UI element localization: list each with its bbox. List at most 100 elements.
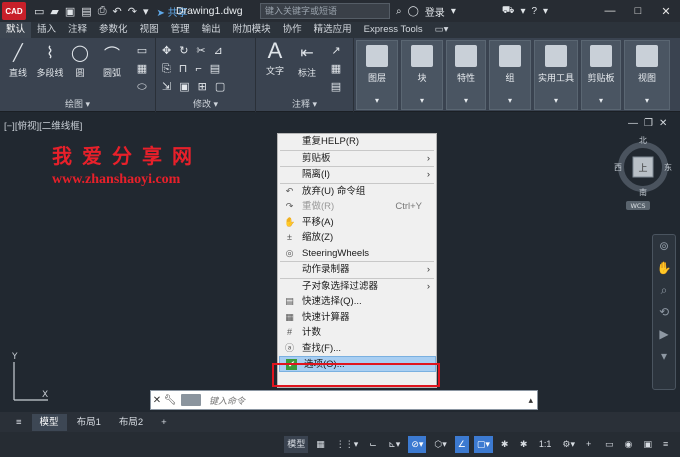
add-layout-icon[interactable]: + <box>153 414 175 431</box>
open-folder-icon[interactable]: ▰ <box>50 5 58 18</box>
text-tool[interactable]: A 文字 <box>260 38 290 77</box>
tab-view[interactable]: 视图 <box>134 22 165 38</box>
draw-group-label[interactable]: 绘图 ▾ <box>0 97 155 110</box>
tab-layout1[interactable]: 布局1 <box>69 414 109 431</box>
plus-icon[interactable]: + <box>583 436 597 453</box>
arc-tool[interactable]: ⌒ 圆弧 <box>98 42 126 79</box>
menu-item[interactable]: ↶ 放弃(U) 命令组 <box>278 184 436 200</box>
tab-layout2[interactable]: 布局2 <box>111 414 151 431</box>
snap-icon[interactable]: ⋮⋮▾ <box>333 436 362 453</box>
maximize-icon[interactable]: □ <box>624 0 652 22</box>
menu-item[interactable]: ▦ 快速计算器 <box>278 310 436 326</box>
annotation-visibility-icon[interactable]: ✱ <box>498 436 512 453</box>
help-icon[interactable]: ? <box>531 6 537 17</box>
tab-output[interactable]: 输出 <box>196 22 227 38</box>
annotation-extra-tools[interactable]: ↗ ▦ ▤ <box>326 42 346 96</box>
block-panel-button[interactable]: 块 ▾ <box>401 40 443 110</box>
tab-parametric[interactable]: 参数化 <box>93 22 134 38</box>
leader-icon[interactable]: ↗ <box>326 42 346 60</box>
move-icon[interactable]: ✥↻✂⊿ <box>162 42 250 60</box>
stretch-icon[interactable]: ⇲▣⊞▢ <box>162 78 250 96</box>
annotation-scale[interactable]: 1:1 <box>536 436 555 453</box>
dropdown-icon[interactable]: ▾ <box>143 5 149 18</box>
menu-item[interactable]: ⓐ 查找(F)... <box>278 341 436 357</box>
search-input[interactable]: 键入关键字或短语 <box>260 3 390 19</box>
isolate-icon[interactable]: ◉ <box>621 436 635 453</box>
minimize-icon[interactable]: — <box>628 118 638 129</box>
redo-icon[interactable]: ↷ <box>128 5 137 18</box>
hatch-icon[interactable]: ▦ <box>132 60 152 78</box>
layout-menu-icon[interactable]: ≡ <box>8 414 30 431</box>
wrench-icon[interactable]: 🔧︎ <box>163 395 177 406</box>
modify-group-label[interactable]: 修改 ▾ <box>156 97 255 110</box>
user-icon[interactable]: ◯ <box>408 6 419 17</box>
grid-icon[interactable]: ▤ <box>326 78 346 96</box>
search-icon[interactable]: ⌕ <box>396 6 402 17</box>
modify-tools[interactable]: ✥↻✂⊿ ⎘⊓⌐▤ ⇲▣⊞▢ <box>162 42 250 96</box>
menu-item[interactable]: ◎ SteeringWheels <box>278 246 436 262</box>
object-snap-icon[interactable]: ▢▾ <box>473 436 493 453</box>
close-icon[interactable]: ✕ <box>659 118 667 129</box>
menu-item[interactable]: 隔离(I) › <box>278 167 436 183</box>
viewcube-compass[interactable]: 上 北 南 东 西 WCS <box>612 133 674 211</box>
nav-more-icon[interactable]: ▾ <box>653 345 675 367</box>
save-as-icon[interactable]: ▤ <box>81 5 91 18</box>
tab-model[interactable]: 模型 <box>31 413 67 431</box>
annotation-group-label[interactable]: 注释 ▾ <box>256 97 353 110</box>
units-icon[interactable]: ▭ <box>602 436 617 453</box>
menu-item[interactable]: 剪贴板 › <box>278 151 436 167</box>
save-icon[interactable]: ▣ <box>65 5 75 18</box>
view-panel-button[interactable]: 视图 ▾ <box>624 40 670 110</box>
workspace-gear-icon[interactable]: ⚙▾ <box>559 436 578 453</box>
tab-insert[interactable]: 插入 <box>31 22 62 38</box>
print-icon[interactable]: ⎙ <box>98 5 107 18</box>
tab-express-tools[interactable]: Express Tools <box>358 22 429 38</box>
zoom-icon[interactable]: ⌕ <box>653 279 675 301</box>
object-snap-tracking-icon[interactable]: ∠ <box>454 436 469 453</box>
menu-item[interactable]: ± 缩放(Z) <box>278 230 436 246</box>
menu-item[interactable]: 子对象选择过滤器 › <box>278 279 436 295</box>
wcs-menu[interactable]: WCS <box>630 202 645 210</box>
close-icon[interactable]: ✕ <box>652 0 680 22</box>
copy-icon[interactable]: ⎘⊓⌐▤ <box>162 60 250 78</box>
autoscale-icon[interactable]: ✱ <box>517 436 531 453</box>
chevron-down-icon[interactable]: ▾ <box>520 6 525 17</box>
chevron-down-icon[interactable]: ▾ <box>543 6 548 17</box>
menu-item[interactable]: ✋ 平移(A) <box>278 215 436 231</box>
close-icon[interactable]: ✕ <box>151 395 163 406</box>
orbit-icon[interactable]: ⟲ <box>653 301 675 323</box>
customize-icon[interactable]: ≡ <box>660 436 674 453</box>
tab-collaborate[interactable]: 协作 <box>277 22 308 38</box>
line-tool[interactable]: ╱ 直线 <box>4 42 32 79</box>
menu-item[interactable]: 动作录制器 › <box>278 262 436 278</box>
polar-tracking-icon[interactable]: ⊘▾ <box>408 436 427 453</box>
cart-icon[interactable]: ⛟ <box>502 5 515 18</box>
grid-icon[interactable]: ▦ <box>313 436 328 453</box>
clipboard-panel-button[interactable]: 剪贴板 ▾ <box>581 40 621 110</box>
clean-screen-icon[interactable]: ▣ <box>640 436 655 453</box>
tab-featured-apps[interactable]: 精选应用 <box>308 22 358 38</box>
dimension-tool[interactable]: ⇤ 标注 <box>292 42 322 79</box>
group-panel-button[interactable]: 组 ▾ <box>489 40 531 110</box>
menu-item[interactable]: ▤ 快速选择(Q)... <box>278 294 436 310</box>
steering-wheel-icon[interactable]: ⊚ <box>653 235 675 257</box>
menu-item[interactable]: # 计数 <box>278 325 436 341</box>
tab-manage[interactable]: 管理 <box>165 22 196 38</box>
properties-panel-button[interactable]: 特性 ▾ <box>446 40 486 110</box>
app-logo[interactable]: CAD <box>2 2 26 20</box>
login-button[interactable]: 登录 <box>425 4 445 19</box>
showmotion-icon[interactable]: ▶ <box>653 323 675 345</box>
isodraft-icon[interactable]: ⬡▾ <box>431 436 449 453</box>
circle-tool[interactable]: ◯ 圆 <box>66 42 94 79</box>
command-history-icon[interactable] <box>181 394 201 406</box>
utilities-panel-button[interactable]: 实用工具 ▾ <box>534 40 578 110</box>
ellipse-icon[interactable]: ⬭ <box>132 78 152 96</box>
infer-constraints-icon[interactable]: ⌙ <box>366 436 380 453</box>
tab-addins[interactable]: 附加模块 <box>227 22 277 38</box>
draw-extra-tools[interactable]: ▭ ▦ ⬭ <box>132 42 152 96</box>
table-icon[interactable]: ▦ <box>326 60 346 78</box>
polyline-tool[interactable]: ⌇ 多段线 <box>34 42 66 79</box>
pan-icon[interactable]: ✋ <box>653 257 675 279</box>
chevron-down-icon[interactable]: ▾ <box>451 6 456 17</box>
viewport-label[interactable]: [−][俯视][二维线框] <box>4 118 82 132</box>
